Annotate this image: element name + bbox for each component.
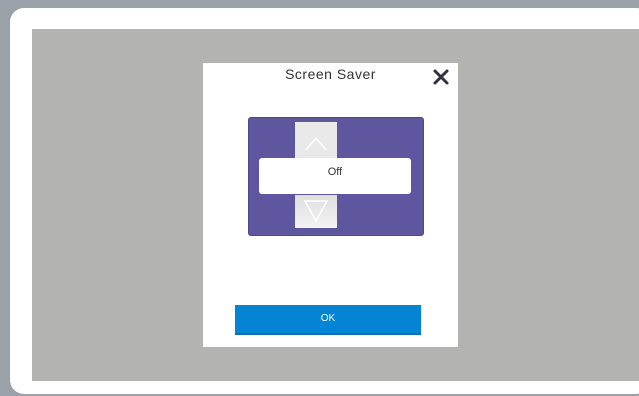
increment-button[interactable]: [295, 122, 337, 158]
close-icon: [433, 69, 449, 85]
close-button[interactable]: [431, 67, 451, 87]
screen-saver-dialog: Screen Saver Off OK: [203, 63, 458, 347]
picker-value-field[interactable]: Off: [259, 158, 411, 194]
dialog-title: Screen Saver: [285, 66, 376, 82]
ok-button[interactable]: OK: [235, 305, 421, 335]
decrement-button[interactable]: [295, 195, 337, 228]
chevron-up-icon: [305, 136, 327, 151]
chevron-down-icon: [303, 200, 329, 223]
picker-value: Off: [327, 166, 343, 178]
value-picker: Off: [248, 117, 424, 236]
